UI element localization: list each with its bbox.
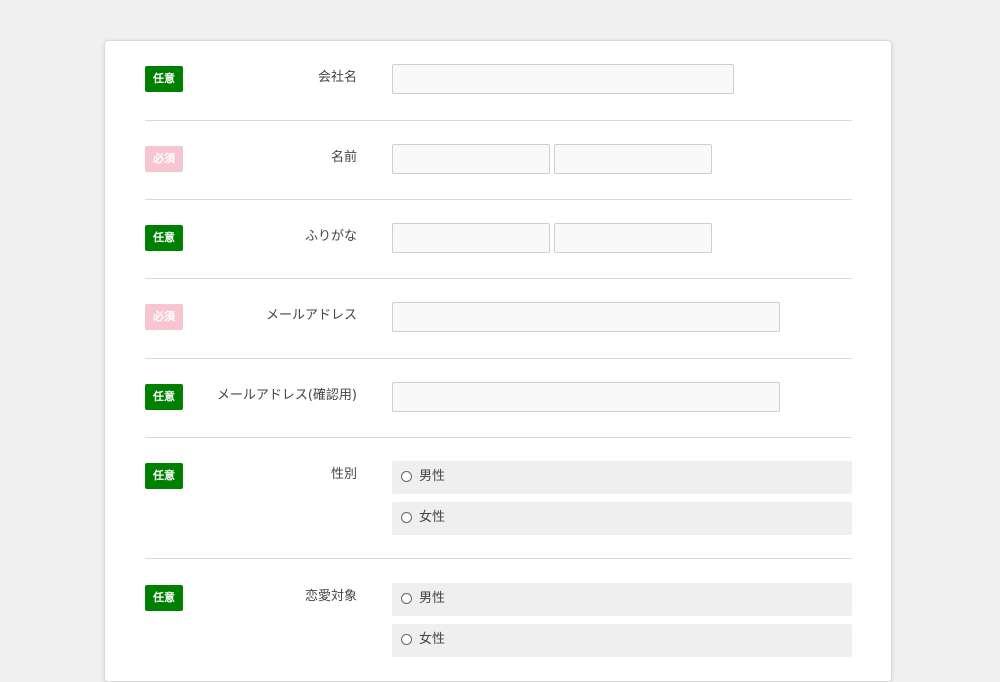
optional-badge: 任意: [145, 66, 183, 92]
email-label: メールアドレス: [265, 308, 357, 323]
last-name-input[interactable]: [392, 144, 550, 174]
form-row-romance-target: 任意 恋愛対象 男性 女性: [145, 559, 852, 681]
radio-circle-icon[interactable]: [401, 634, 412, 645]
email-input[interactable]: [392, 302, 780, 332]
radio-circle-icon[interactable]: [401, 471, 412, 482]
gender-label: 性別: [330, 467, 357, 482]
form-row-name: 必須 名前: [145, 121, 852, 200]
form-row-email-confirm: 任意 メールアドレス(確認用): [145, 359, 852, 438]
required-badge: 必須: [145, 146, 183, 172]
form-card: 任意 会社名 必須 名前 任意 ふりがな 必須 メールアドレス 任意 メールアド…: [104, 40, 892, 682]
name-label: 名前: [330, 150, 357, 165]
required-badge: 必須: [145, 304, 183, 330]
romance-option-female[interactable]: 女性: [392, 624, 852, 657]
email-confirm-label: メールアドレス(確認用): [216, 388, 357, 403]
gender-option-female[interactable]: 女性: [392, 502, 852, 535]
radio-circle-icon[interactable]: [401, 593, 412, 604]
gender-option-male[interactable]: 男性: [392, 461, 852, 494]
form-row-furigana: 任意 ふりがな: [145, 200, 852, 279]
furigana-label: ふりがな: [304, 229, 357, 244]
company-label: 会社名: [317, 70, 357, 85]
furigana-last-input[interactable]: [392, 223, 550, 253]
form-row-gender: 任意 性別 男性 女性: [145, 438, 852, 559]
first-name-input[interactable]: [554, 144, 712, 174]
optional-badge: 任意: [145, 463, 183, 489]
radio-circle-icon[interactable]: [401, 512, 412, 523]
form-row-company: 任意 会社名: [145, 41, 852, 121]
gender-option-label: 男性: [419, 469, 446, 484]
romance-option-male[interactable]: 男性: [392, 583, 852, 616]
romance-option-label: 男性: [419, 591, 446, 606]
email-confirm-input[interactable]: [392, 382, 780, 412]
optional-badge: 任意: [145, 585, 183, 611]
romance-target-label: 恋愛対象: [304, 589, 357, 604]
optional-badge: 任意: [145, 225, 183, 251]
form-row-email: 必須 メールアドレス: [145, 279, 852, 359]
romance-option-label: 女性: [419, 632, 446, 647]
furigana-first-input[interactable]: [554, 223, 712, 253]
optional-badge: 任意: [145, 384, 183, 410]
company-input[interactable]: [392, 64, 734, 94]
gender-option-label: 女性: [419, 510, 446, 525]
